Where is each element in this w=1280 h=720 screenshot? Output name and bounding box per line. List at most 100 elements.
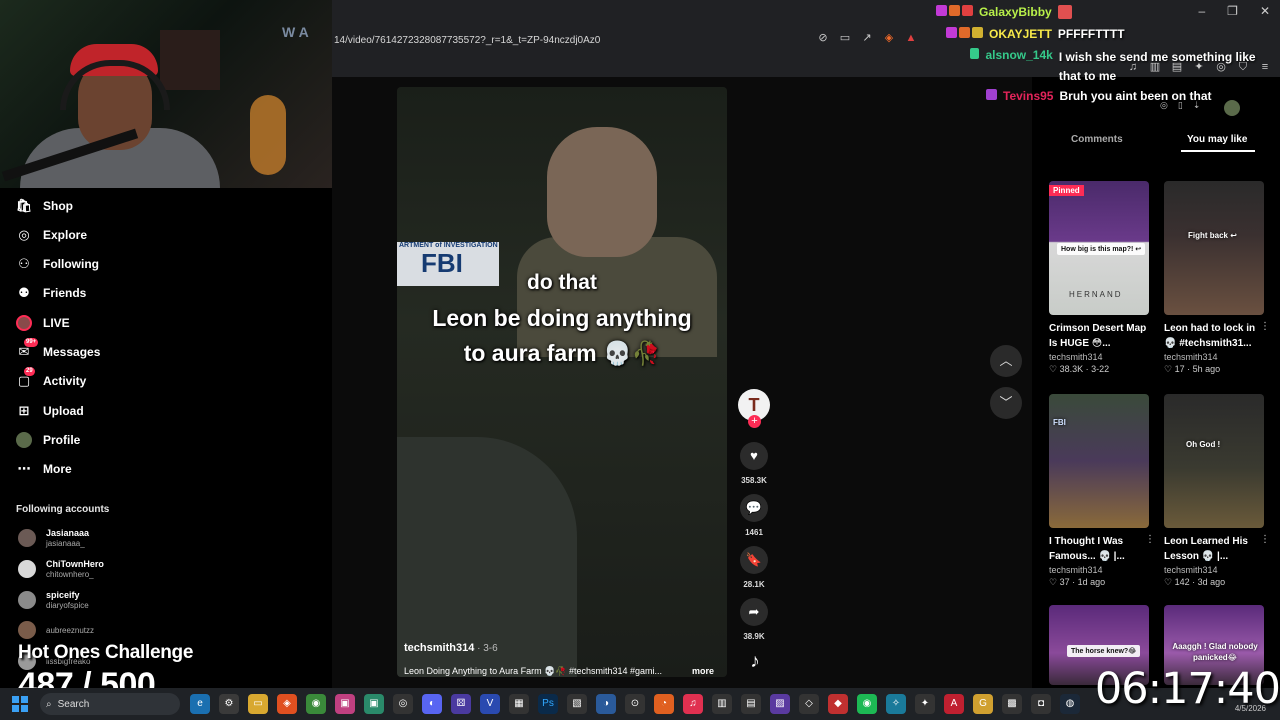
follow-plus-button[interactable]: + xyxy=(748,415,761,428)
settings-icon[interactable]: ⚙ xyxy=(219,694,239,714)
more-button[interactable]: more xyxy=(692,666,714,677)
spotify-icon[interactable]: ◉ xyxy=(857,694,877,714)
app-icon[interactable]: ◆ xyxy=(828,694,848,714)
app-icon[interactable]: ◑ xyxy=(596,694,616,714)
card-more-icon[interactable]: ⋮ xyxy=(1260,321,1270,332)
app-icon[interactable]: ▣ xyxy=(335,694,355,714)
sidebar-item-profile[interactable]: Profile xyxy=(16,429,80,451)
taskbar-search[interactable]: ⌕ Search xyxy=(40,693,180,715)
card-thumbnail[interactable]: Fight back ↩ xyxy=(1164,181,1264,315)
card-thumbnail[interactable]: FBI xyxy=(1049,394,1149,528)
sidebar-item-upload[interactable]: ⊞ Upload xyxy=(16,400,84,422)
card-author[interactable]: techsmith314 xyxy=(1049,565,1149,575)
previous-video-button[interactable]: ︿ xyxy=(990,345,1022,377)
vegas-icon[interactable]: V xyxy=(480,694,500,714)
shield-icon[interactable]: ◈ xyxy=(882,31,896,45)
brave-icon[interactable]: ◈ xyxy=(277,694,297,714)
action-rail: T + ♥ 358.3K 💬 1461 🔖 28.1K ➦ 38.9K ♪ xyxy=(736,77,772,688)
folder-icon[interactable]: ▭ xyxy=(248,694,268,714)
following-account[interactable]: Jasianaaa jasianaaa_ xyxy=(18,528,89,548)
app-icon[interactable]: ◇ xyxy=(799,694,819,714)
app-icon[interactable]: ▤ xyxy=(741,694,761,714)
recommended-card[interactable]: Oh God ! Leon Learned His Lesson 💀 |... … xyxy=(1164,394,1270,588)
save-button[interactable]: 🔖 xyxy=(740,546,768,574)
card-title[interactable]: Leon Learned His Lesson 💀 |... xyxy=(1164,534,1264,564)
video-author[interactable]: techsmith314 · 3-6 xyxy=(404,642,498,654)
comment-button[interactable]: 💬 xyxy=(740,494,768,522)
photoshop-icon[interactable]: Ps xyxy=(538,694,558,714)
sidebar-item-activity[interactable]: ▢ 29 Activity xyxy=(16,367,86,392)
card-thumbnail[interactable]: Pinned How big is this map?! ↩ HERNAND xyxy=(1049,181,1149,315)
firefox-icon[interactable]: ◔ xyxy=(654,694,674,714)
card-meta: ♡ 38.3K · 3-22 xyxy=(1049,364,1110,374)
sidebar-item-messages[interactable]: ✉ 99+ Messages xyxy=(16,338,100,363)
app-icon[interactable]: ▦ xyxy=(509,694,529,714)
video-caption-line: to aura farm 💀🥀 xyxy=(463,340,661,366)
recommended-card[interactable]: Pinned How big is this map?! ↩ HERNAND C… xyxy=(1049,181,1149,375)
card-date: 3d ago xyxy=(1197,577,1226,587)
app-icon[interactable]: G xyxy=(973,694,993,714)
sidebar-item-shop[interactable]: 🛍 Shop xyxy=(16,195,73,217)
sidebar-item-more[interactable]: ⋯ More xyxy=(16,458,72,480)
adobe-icon[interactable]: A xyxy=(944,694,964,714)
video-figure-head xyxy=(547,127,657,257)
sidebar-item-following[interactable]: ⚇ Following xyxy=(16,253,99,275)
card-date: 5h ago xyxy=(1192,364,1221,374)
author-name[interactable]: techsmith314 xyxy=(404,642,474,654)
following-account[interactable]: ChiTownHero chitownhero_ xyxy=(18,559,104,579)
app-icon[interactable]: ✧ xyxy=(886,694,906,714)
app-icon[interactable]: ▥ xyxy=(712,694,732,714)
app-icon[interactable]: ◘ xyxy=(1031,694,1051,714)
following-account[interactable]: spiceify diaryofspice xyxy=(18,590,89,610)
card-more-icon[interactable]: ⋮ xyxy=(1145,534,1155,545)
tab-you-may-like[interactable]: You may like xyxy=(1187,134,1247,145)
gamepad-icon[interactable]: ⚄ xyxy=(451,694,471,714)
share-icon[interactable]: ↗ xyxy=(860,31,874,45)
video-player[interactable]: ARTMENT of INVESTIGATION FBI do that Leo… xyxy=(397,87,727,677)
app-icon[interactable]: ▨ xyxy=(770,694,790,714)
app-icon[interactable]: ▩ xyxy=(1002,694,1022,714)
card-more-icon[interactable]: ⋮ xyxy=(1260,534,1270,545)
recommended-card[interactable]: FBI I Thought I Was Famous... 💀 |... tec… xyxy=(1049,394,1155,588)
card-title[interactable]: Leon had to lock in 💀 #techsmith31... xyxy=(1164,321,1264,351)
steam-icon[interactable]: ◍ xyxy=(1060,694,1080,714)
card-thumbnail[interactable]: Oh God ! xyxy=(1164,394,1264,528)
sidebar-item-live[interactable]: LIVE xyxy=(16,312,70,334)
sidebar-item-label: More xyxy=(43,462,72,476)
card-author[interactable]: techsmith314 xyxy=(1164,352,1264,362)
tab-comments[interactable]: Comments xyxy=(1071,134,1123,145)
music-app-icon[interactable]: ♫ xyxy=(683,694,703,714)
obs-icon[interactable]: ◎ xyxy=(393,694,413,714)
app-icon[interactable]: ✦ xyxy=(915,694,935,714)
windows-taskbar: ⌕ Search e ⚙ ▭ ◈ ◉ ▣ ▣ ◎ ◐ ⚄ V ▦ Ps ▧ ◑ … xyxy=(0,688,1280,720)
like-button[interactable]: ♥ xyxy=(740,442,768,470)
following-account[interactable]: aubreeznutzz xyxy=(18,621,94,639)
sidebar-item-explore[interactable]: ◎ Explore xyxy=(16,224,87,246)
card-author[interactable]: techsmith314 xyxy=(1049,352,1149,362)
chevron-down-icon: ﹀ xyxy=(999,395,1013,410)
rewards-icon[interactable]: ▲ xyxy=(904,31,918,45)
chat-username: GalaxyBibby xyxy=(979,5,1052,19)
app-icon[interactable]: ⊙ xyxy=(625,694,645,714)
edge-icon[interactable]: e xyxy=(190,694,210,714)
share-button[interactable]: ➦ xyxy=(740,598,768,626)
card-title[interactable]: Crimson Desert Map Is HUGE 😳... xyxy=(1049,321,1149,351)
sidebar-item-label: Upload xyxy=(43,404,84,418)
activity-badge: 29 xyxy=(24,367,35,376)
cast-icon[interactable]: ▭ xyxy=(838,31,852,45)
card-title[interactable]: I Thought I Was Famous... 💀 |... xyxy=(1049,534,1149,564)
next-video-button[interactable]: ﹀ xyxy=(990,387,1022,419)
webcam-logo: W A xyxy=(282,24,309,40)
url-text[interactable]: 14/video/7614272328087735572?_r=1&_t=ZP-… xyxy=(334,35,600,46)
card-author[interactable]: techsmith314 xyxy=(1164,565,1264,575)
discord-icon[interactable]: ◐ xyxy=(422,694,442,714)
recommended-card[interactable]: Fight back ↩ Leon had to lock in 💀 #tech… xyxy=(1164,181,1270,375)
app-icon[interactable]: ▣ xyxy=(364,694,384,714)
chat-message: GalaxyBibby xyxy=(936,5,1072,19)
sidebar-item-friends[interactable]: ⚉ Friends xyxy=(16,282,86,304)
start-button[interactable] xyxy=(12,696,28,712)
mute-icon[interactable]: ⊘ xyxy=(816,31,830,45)
share-count: 38.9K xyxy=(743,632,765,641)
app-icon[interactable]: ▧ xyxy=(567,694,587,714)
chrome-icon[interactable]: ◉ xyxy=(306,694,326,714)
